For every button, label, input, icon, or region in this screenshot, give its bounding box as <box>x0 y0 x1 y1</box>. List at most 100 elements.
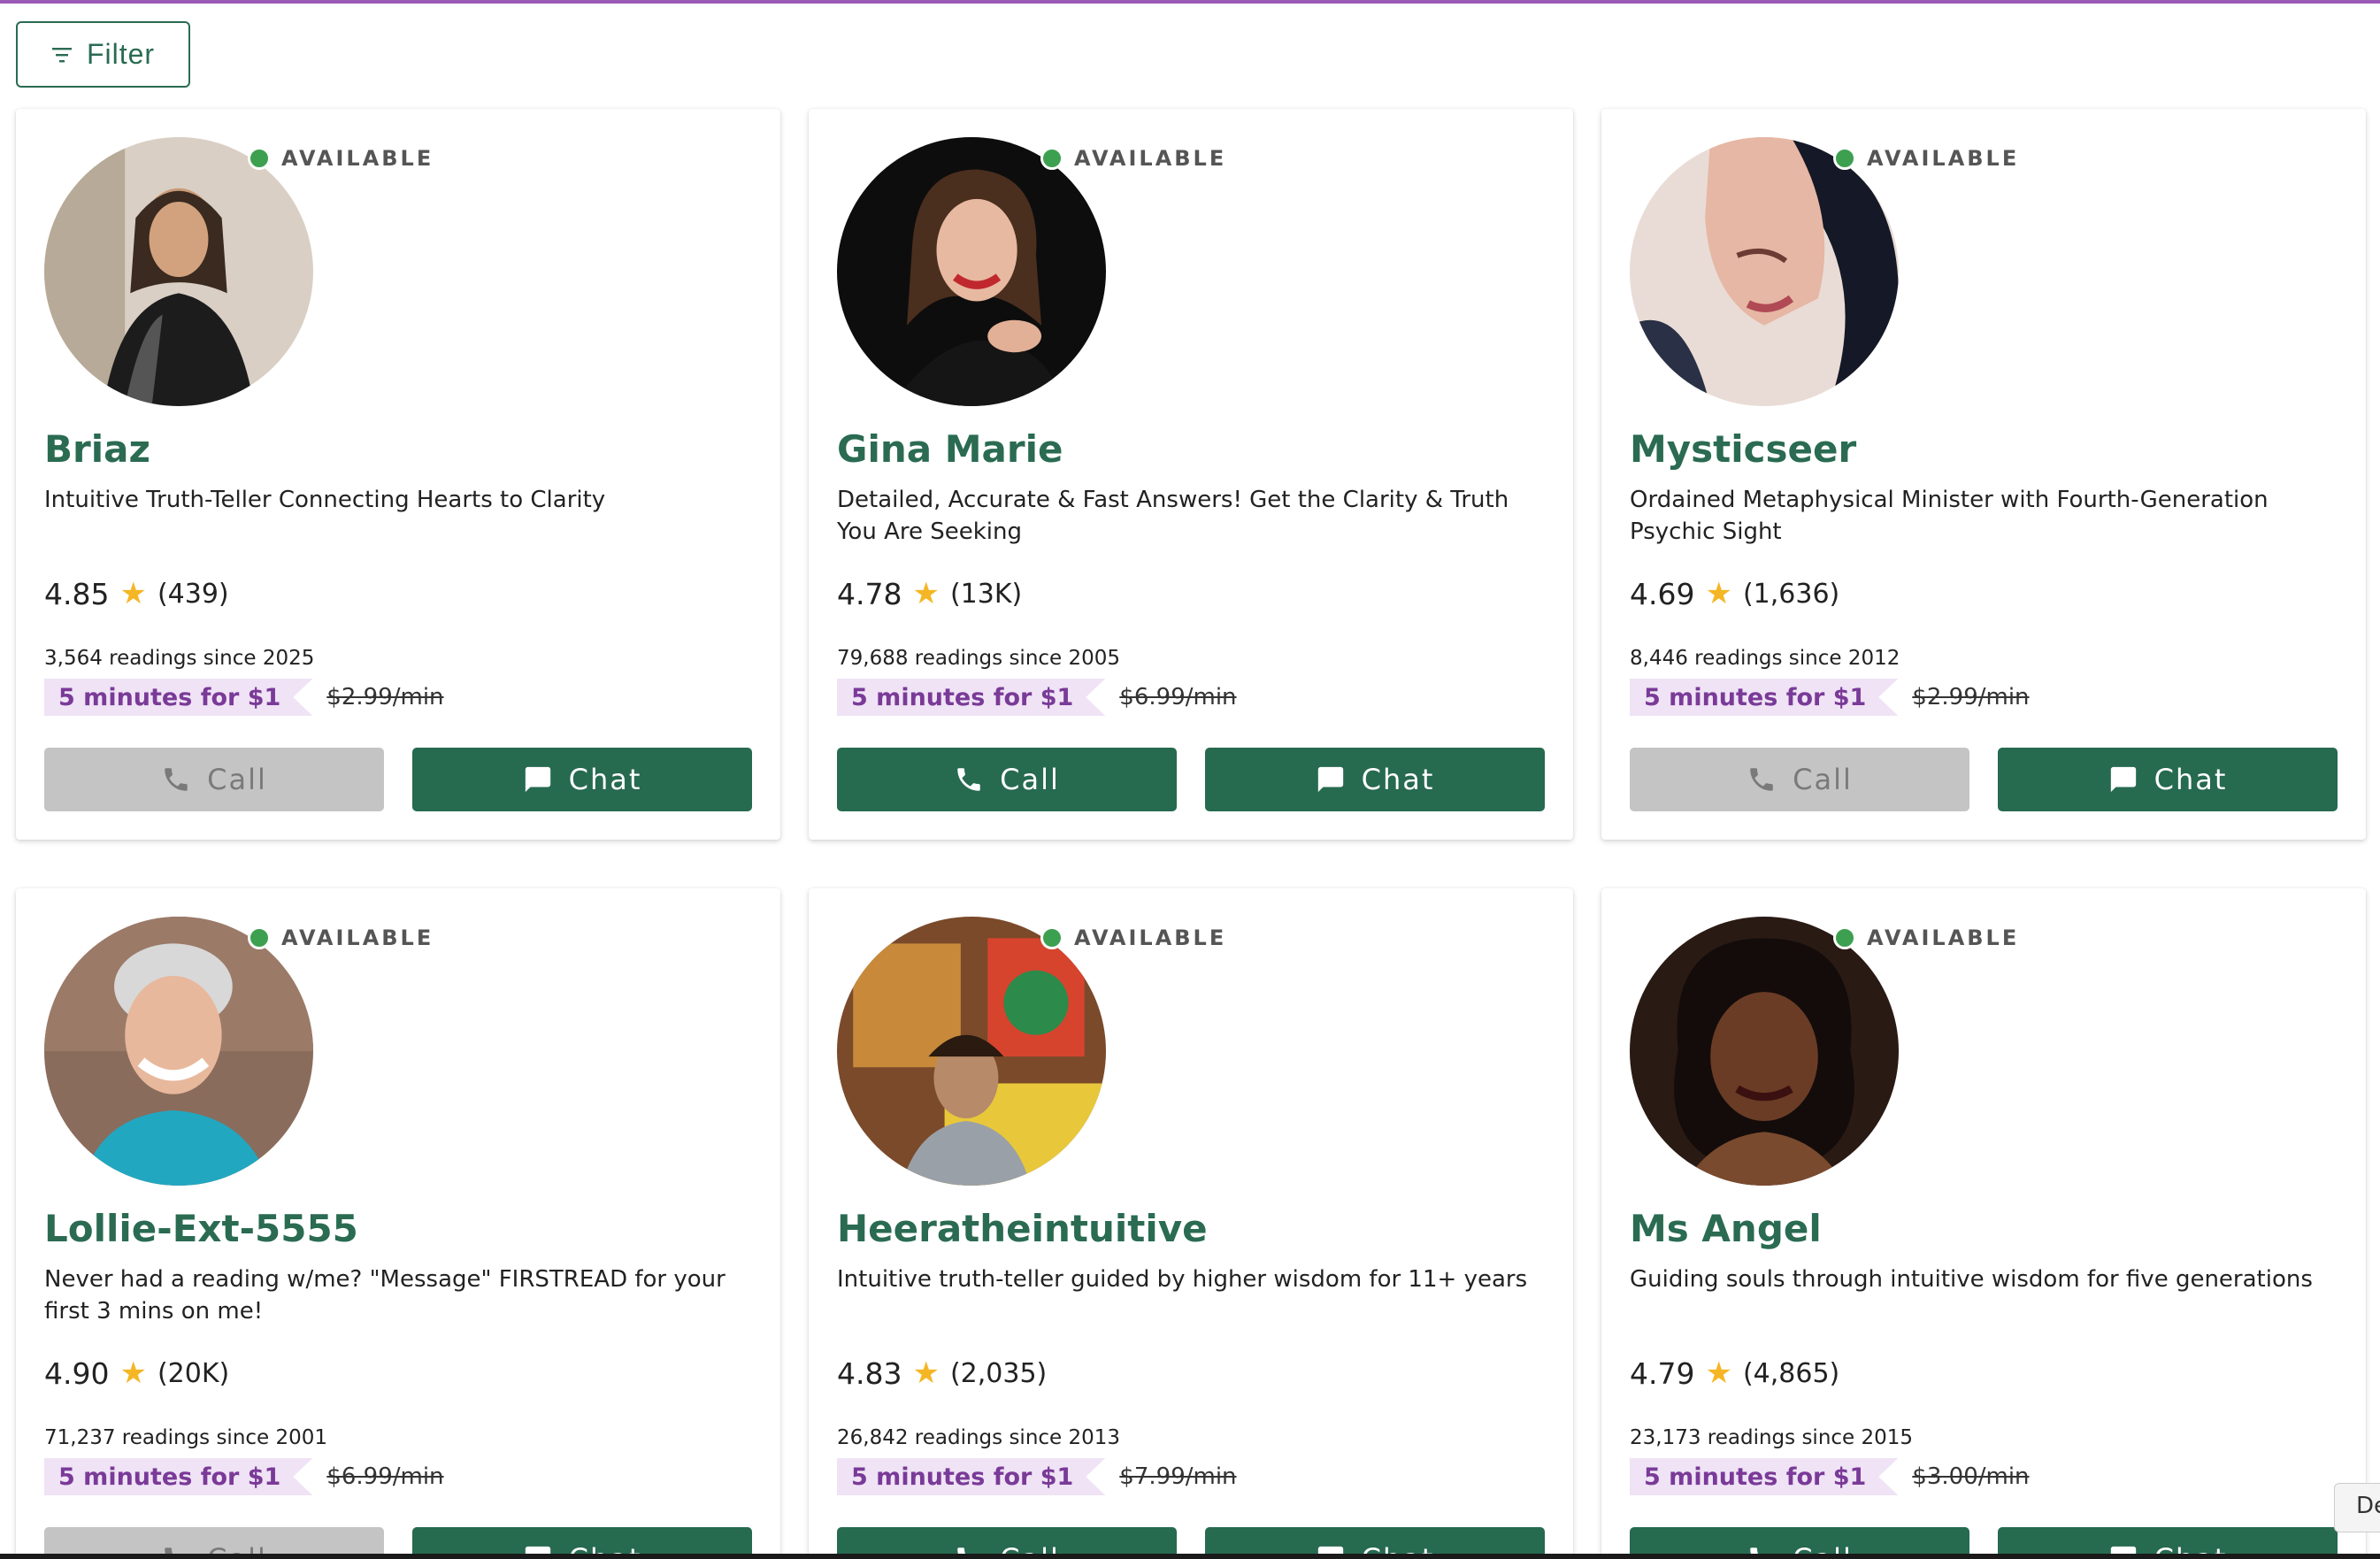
filter-button[interactable]: Filter <box>16 21 190 88</box>
advisor-name[interactable]: Lollie-Ext-5555 <box>44 1207 358 1250</box>
advisor-card[interactable]: AVAILABLE Heeratheintuitive Intuitive tr… <box>809 888 1573 1559</box>
review-count: (13K) <box>949 578 1023 610</box>
review-count: (4,865) <box>1742 1357 1840 1389</box>
advisor-name[interactable]: Briaz <box>44 427 150 471</box>
promo-badge: 5 minutes for $1 <box>837 679 1105 716</box>
advisor-tagline: Never had a reading w/me? "Message" FIRS… <box>44 1266 726 1325</box>
star-icon: ★ <box>1705 1355 1732 1391</box>
regular-price: $2.99/min <box>326 684 444 710</box>
phone-icon <box>957 768 980 791</box>
top-accent-line <box>0 0 2380 4</box>
chat-label: Chat <box>2154 763 2228 796</box>
promo-badge: 5 minutes for $1 <box>837 1458 1105 1495</box>
readings-count: 26,842 readings since 2013 <box>837 1426 1121 1449</box>
availability-status: AVAILABLE <box>248 925 434 950</box>
pricing: 5 minutes for $1 $6.99/min <box>837 679 1237 716</box>
advisor-card[interactable]: AVAILABLE Gina Marie Detailed, Accurate … <box>809 109 1573 840</box>
rating-value: 4.85 <box>44 576 110 611</box>
side-tab[interactable]: De <box>2334 1483 2380 1532</box>
available-dot-icon <box>1040 147 1063 170</box>
advisor-rating: 4.78 ★ (13K) <box>837 576 1022 611</box>
status-label: AVAILABLE <box>1867 146 2020 171</box>
call-button[interactable]: Call <box>1630 748 1969 811</box>
readings-count: 79,688 readings since 2005 <box>837 647 1121 670</box>
readings-count: 23,173 readings since 2015 <box>1630 1426 1914 1449</box>
review-count: (2,035) <box>949 1357 1048 1389</box>
available-dot-icon <box>1833 147 1856 170</box>
advisor-avatar[interactable] <box>44 917 313 1186</box>
advisor-tagline: Intuitive Truth-Teller Connecting Hearts… <box>44 487 606 513</box>
advisor-tagline: Detailed, Accurate & Fast Answers! Get t… <box>837 487 1509 545</box>
advisor-avatar[interactable] <box>1630 917 1899 1186</box>
avatar-image <box>1630 917 1899 1186</box>
star-icon: ★ <box>119 1355 147 1391</box>
advisor-card[interactable]: AVAILABLE Briaz Intuitive Truth-Teller C… <box>16 109 780 840</box>
availability-status: AVAILABLE <box>1040 925 1226 950</box>
regular-price: $3.00/min <box>1912 1463 2030 1490</box>
advisor-tagline: Ordained Metaphysical Minister with Four… <box>1630 487 2269 545</box>
call-label: Call <box>207 763 267 796</box>
advisor-avatar[interactable] <box>1630 137 1899 406</box>
pricing: 5 minutes for $1 $7.99/min <box>837 1458 1237 1495</box>
regular-price: $2.99/min <box>1912 684 2030 710</box>
advisor-name[interactable]: Mysticseer <box>1630 427 1856 471</box>
available-dot-icon <box>248 926 271 949</box>
readings-count: 71,237 readings since 2001 <box>44 1426 328 1449</box>
avatar-image <box>44 917 313 1186</box>
chat-button[interactable]: Chat <box>1205 748 1545 811</box>
advisor-card[interactable]: AVAILABLE Mysticseer Ordained Metaphysic… <box>1601 109 2366 840</box>
chat-button[interactable]: Chat <box>1998 748 2338 811</box>
advisor-avatar[interactable] <box>837 137 1106 406</box>
advisor-avatar[interactable] <box>44 137 313 406</box>
pricing: 5 minutes for $1 $2.99/min <box>44 679 444 716</box>
call-label: Call <box>1793 763 1853 796</box>
phone-icon <box>165 768 188 791</box>
regular-price: $6.99/min <box>326 1463 444 1490</box>
available-dot-icon <box>248 147 271 170</box>
promo-badge: 5 minutes for $1 <box>1630 1458 1898 1495</box>
pricing: 5 minutes for $1 $2.99/min <box>1630 679 2030 716</box>
promo-badge: 5 minutes for $1 <box>44 679 312 716</box>
chat-button[interactable]: Chat <box>412 748 752 811</box>
readings-count: 3,564 readings since 2025 <box>44 647 315 670</box>
regular-price: $7.99/min <box>1119 1463 1237 1490</box>
advisor-name[interactable]: Heeratheintuitive <box>837 1207 1208 1250</box>
advisor-name[interactable]: Gina Marie <box>837 427 1063 471</box>
promo-badge: 5 minutes for $1 <box>1630 679 1898 716</box>
status-label: AVAILABLE <box>281 925 434 950</box>
action-buttons: Call Chat <box>44 748 752 811</box>
available-dot-icon <box>1833 926 1856 949</box>
readings-count: 8,446 readings since 2012 <box>1630 647 1900 670</box>
action-buttons: Call Chat <box>837 748 1545 811</box>
star-icon: ★ <box>912 1355 940 1391</box>
availability-status: AVAILABLE <box>1833 925 2019 950</box>
status-label: AVAILABLE <box>281 146 434 171</box>
star-icon: ★ <box>1705 576 1732 611</box>
advisor-rating: 4.69 ★ (1,636) <box>1630 576 1839 611</box>
chat-bubble-icon <box>525 766 550 793</box>
bottom-edge <box>0 1554 2380 1559</box>
advisor-card[interactable]: AVAILABLE Ms Angel Guiding souls through… <box>1601 888 2366 1559</box>
advisor-avatar[interactable] <box>837 917 1106 1186</box>
regular-price: $6.99/min <box>1119 684 1237 710</box>
chat-label: Chat <box>1361 763 1435 796</box>
rating-value: 4.90 <box>44 1355 110 1391</box>
available-dot-icon <box>1040 926 1063 949</box>
filter-label: Filter <box>86 38 156 70</box>
availability-status: AVAILABLE <box>248 146 434 171</box>
advisor-name[interactable]: Ms Angel <box>1630 1207 1822 1250</box>
action-buttons: Call Chat <box>1630 748 2338 811</box>
advisor-rating: 4.85 ★ (439) <box>44 576 229 611</box>
pricing: 5 minutes for $1 $6.99/min <box>44 1458 444 1495</box>
avatar-image <box>44 137 313 406</box>
call-button[interactable]: Call <box>44 748 384 811</box>
rating-value: 4.79 <box>1630 1355 1695 1391</box>
call-button[interactable]: Call <box>837 748 1177 811</box>
phone-icon <box>1750 768 1773 791</box>
advisor-card[interactable]: AVAILABLE Lollie-Ext-5555 Never had a re… <box>16 888 780 1559</box>
review-count: (439) <box>157 578 229 610</box>
rating-value: 4.83 <box>837 1355 902 1391</box>
availability-status: AVAILABLE <box>1833 146 2019 171</box>
filter-icon <box>51 47 72 62</box>
advisor-tagline: Intuitive truth-teller guided by higher … <box>837 1266 1528 1293</box>
